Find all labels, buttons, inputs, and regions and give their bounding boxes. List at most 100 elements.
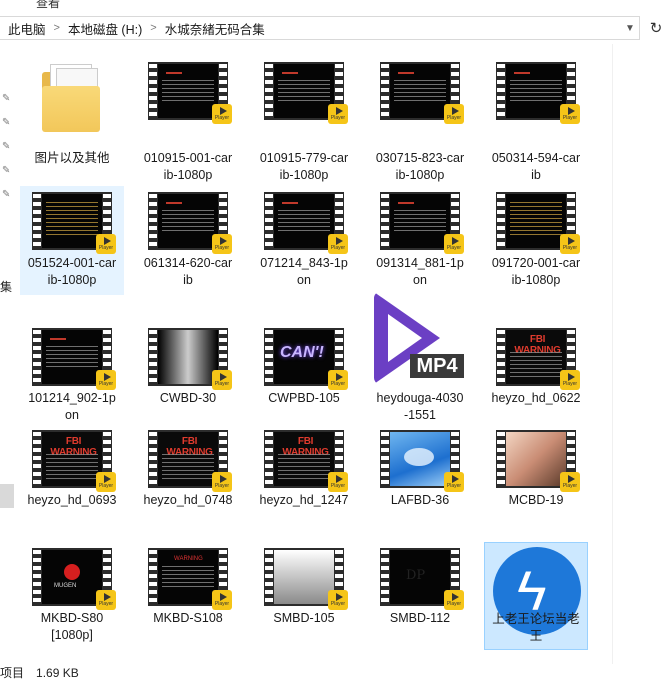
scrollbar-track[interactable] bbox=[612, 44, 613, 664]
chevron-down-icon[interactable]: ▼ bbox=[621, 17, 639, 39]
player-icon: Player bbox=[96, 234, 116, 254]
file-name: LAFBD-36 bbox=[390, 493, 450, 507]
video-thumbnail: Player bbox=[148, 62, 232, 124]
shortcut-item[interactable]: ϟ 上老王论坛当老 王 bbox=[484, 542, 588, 650]
file-item[interactable]: Player 050314-594-car ib bbox=[484, 56, 588, 190]
file-item[interactable]: Player 091720-001-car ib-1080p bbox=[484, 186, 588, 295]
dp-logo-text: DP bbox=[406, 568, 426, 583]
video-thumbnail: Player bbox=[496, 430, 580, 492]
video-thumbnail: Player bbox=[380, 192, 464, 254]
file-item[interactable]: Player 101214_902-1p on bbox=[20, 322, 124, 430]
video-thumbnail: DP Player bbox=[380, 548, 464, 610]
file-item[interactable]: Player 091314_881-1p on bbox=[368, 186, 472, 295]
video-thumbnail: Player bbox=[148, 328, 232, 390]
pin-icon[interactable]: ✎ bbox=[2, 94, 12, 104]
video-thumbnail: Player bbox=[264, 192, 348, 254]
nav-item-selected[interactable] bbox=[0, 484, 14, 508]
file-item[interactable]: FBI WARNING Player heyzo_hd_1247 bbox=[252, 424, 356, 532]
folder-icon bbox=[42, 64, 102, 132]
file-name: MKBD-S108 bbox=[153, 611, 223, 625]
file-name: 091720-001-car ib-1080p bbox=[491, 256, 581, 287]
folder-item[interactable]: 图片以及其他 bbox=[20, 56, 124, 190]
file-item[interactable]: Player MCBD-19 bbox=[484, 424, 588, 532]
file-item[interactable]: Player 010915-779-car ib-1080p bbox=[252, 56, 356, 190]
file-name: 图片以及其他 bbox=[34, 151, 110, 165]
player-icon: Player bbox=[560, 472, 580, 492]
player-icon: Player bbox=[560, 370, 580, 390]
file-name: 010915-001-car ib-1080p bbox=[143, 151, 233, 182]
video-thumbnail: Player bbox=[148, 192, 232, 254]
player-icon: Player bbox=[328, 104, 348, 124]
file-name: SMBD-105 bbox=[273, 611, 335, 625]
video-thumbnail: FBI WARNING Player bbox=[148, 430, 232, 492]
mp4-file-icon: MP4 bbox=[368, 288, 472, 384]
file-name: 101214_902-1p on bbox=[28, 391, 116, 422]
file-item[interactable]: FBI WARNING Player heyzo_hd_0748 bbox=[136, 424, 240, 532]
file-item[interactable]: WARNING Player MKBD-S108 bbox=[136, 542, 240, 650]
player-icon: Player bbox=[444, 472, 464, 492]
file-item[interactable]: DP Player SMBD-112 bbox=[368, 542, 472, 650]
player-icon: Player bbox=[328, 472, 348, 492]
file-name: 091314_881-1p on bbox=[376, 256, 464, 287]
ribbon-tab-view[interactable]: 查看 bbox=[36, 0, 60, 11]
video-thumbnail: WARNING Player bbox=[148, 548, 232, 610]
file-item[interactable]: Player 010915-001-car ib-1080p bbox=[136, 56, 240, 190]
breadcrumb-this-pc[interactable]: 此电脑 bbox=[6, 19, 48, 38]
player-icon: Player bbox=[444, 590, 464, 610]
mp4-label: MP4 bbox=[410, 354, 464, 378]
file-item[interactable]: Player LAFBD-36 bbox=[368, 424, 472, 532]
status-bar: 项目 1.69 KB bbox=[0, 664, 668, 681]
video-thumbnail: Player bbox=[264, 548, 348, 610]
file-name: heyzo_hd_0693 bbox=[27, 493, 117, 507]
pin-icon[interactable]: ✎ bbox=[2, 190, 12, 200]
player-icon: Player bbox=[328, 590, 348, 610]
player-icon: Player bbox=[212, 234, 232, 254]
breadcrumb-drive[interactable]: 本地磁盘 (H:) bbox=[66, 19, 144, 38]
address-bar[interactable]: 此电脑 > 本地磁盘 (H:) > 水城奈緒无码合集 ▼ bbox=[0, 16, 640, 40]
player-icon: Player bbox=[212, 104, 232, 124]
file-item[interactable]: MUGEN Player MKBD-S80 [1080p] bbox=[20, 542, 124, 650]
player-icon: Player bbox=[560, 234, 580, 254]
file-name: 030715-823-car ib-1080p bbox=[375, 151, 465, 182]
file-item[interactable]: FBI WARNING Player heyzo_hd_0622 bbox=[484, 322, 588, 430]
breadcrumb-separator-icon[interactable]: > bbox=[144, 22, 162, 34]
file-item[interactable]: Player 071214_843-1p on bbox=[252, 186, 356, 295]
file-name: MKBD-S80 [1080p] bbox=[40, 611, 104, 642]
file-item[interactable]: CAN'! Player CWPBD-105 bbox=[252, 322, 356, 430]
pin-icon[interactable]: ✎ bbox=[2, 118, 12, 128]
file-name: 061314-620-car ib bbox=[143, 256, 233, 287]
neon-text: CAN'! bbox=[280, 344, 324, 361]
video-thumbnail: Player bbox=[380, 430, 464, 492]
video-thumbnail: Player bbox=[32, 328, 116, 390]
file-item[interactable]: Player 030715-823-car ib-1080p bbox=[368, 56, 472, 190]
navigation-pane: ✎ ✎ ✎ ✎ ✎ 集 bbox=[0, 44, 18, 664]
video-thumbnail: Player bbox=[32, 192, 116, 254]
file-item[interactable]: Player CWBD-30 bbox=[136, 322, 240, 430]
video-thumbnail: Player bbox=[496, 62, 580, 124]
video-thumbnail: Player bbox=[496, 192, 580, 254]
pin-icon[interactable]: ✎ bbox=[2, 142, 12, 152]
file-name: CWBD-30 bbox=[159, 391, 217, 405]
file-item[interactable]: FBI WARNING Player heyzo_hd_0693 bbox=[20, 424, 124, 532]
file-item[interactable]: MP4 heydouga-4030 -1551 bbox=[368, 292, 472, 430]
status-size: 1.69 KB bbox=[36, 665, 79, 680]
video-thumbnail: FBI WARNING Player bbox=[32, 430, 116, 492]
nav-item-cut-label[interactable]: 集 bbox=[0, 278, 12, 295]
video-thumbnail: MUGEN Player bbox=[32, 548, 116, 610]
file-name: heyzo_hd_0748 bbox=[143, 493, 233, 507]
breadcrumb-separator-icon[interactable]: > bbox=[48, 22, 66, 34]
player-icon: Player bbox=[96, 370, 116, 390]
player-icon: Player bbox=[212, 370, 232, 390]
video-thumbnail: FBI WARNING Player bbox=[496, 328, 580, 390]
file-name: 051524-001-car ib-1080p bbox=[27, 256, 117, 287]
pin-icon[interactable]: ✎ bbox=[2, 166, 12, 176]
file-name: 071214_843-1p on bbox=[260, 256, 348, 287]
file-name: CWPBD-105 bbox=[268, 391, 340, 405]
file-item[interactable]: Player 051524-001-car ib-1080p bbox=[20, 186, 124, 295]
file-item[interactable]: Player SMBD-105 bbox=[252, 542, 356, 650]
file-item[interactable]: Player 061314-620-car ib bbox=[136, 186, 240, 295]
breadcrumb-folder[interactable]: 水城奈緒无码合集 bbox=[163, 19, 267, 38]
refresh-icon[interactable]: ↻ bbox=[646, 18, 666, 38]
video-thumbnail: Player bbox=[264, 62, 348, 124]
player-icon: Player bbox=[96, 472, 116, 492]
